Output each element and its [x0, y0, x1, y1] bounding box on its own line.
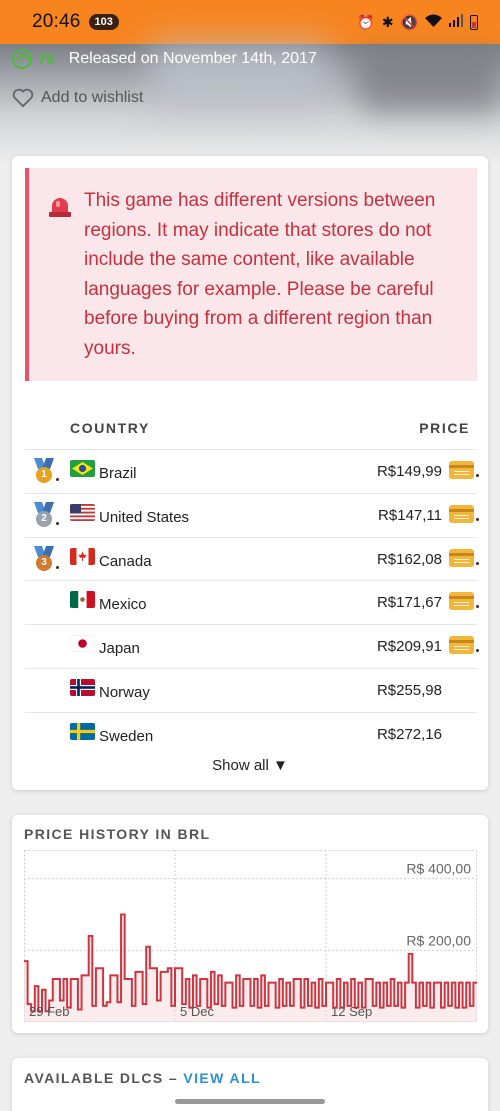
price-table-header: COUNTRY PRICE: [70, 420, 470, 436]
rank-medal-icon: 3: [33, 545, 59, 572]
flag-sweden-icon: [70, 722, 95, 740]
price-row-canada[interactable]: 3 Canada R$162,08: [25, 536, 479, 581]
country-name: United States: [99, 508, 190, 526]
price-table: 1 Brazil R$149,99 2 United States R$147,11 3 Ca…: [25, 449, 479, 756]
region-warning-alert: This game has different versions between…: [25, 168, 477, 381]
flag-japan-icon: [70, 635, 95, 653]
medal-rank: 1: [36, 467, 52, 483]
flag-mexico-icon: [70, 591, 95, 609]
siren-icon: [48, 196, 72, 220]
x-tick-label: 29 Feb: [29, 1004, 69, 1019]
country-name: Sweden: [99, 727, 154, 745]
release-date: Released on November 14th, 2017: [68, 50, 317, 67]
column-price: PRICE: [419, 420, 470, 436]
flag-canada-icon: [70, 547, 95, 565]
price-value: R$149,99: [376, 463, 442, 480]
score-value: 76: [38, 50, 55, 68]
prices-card: This game has different versions between…: [12, 156, 488, 790]
y-tick-label: R$ 200,00: [406, 932, 471, 948]
view-all-dlcs-link[interactable]: VIEW ALL: [183, 1070, 261, 1086]
heart-icon: [12, 88, 34, 108]
price-history-card: PRICE HISTORY IN BRL R$ 400,00 R$ 200,00 2…: [12, 815, 488, 1033]
x-tick-label: 5 Dec: [180, 1004, 214, 1019]
x-tick-label: 12 Sep: [331, 1004, 372, 1019]
country-name: Japan: [99, 640, 140, 658]
rank-medal-icon: 1: [33, 458, 59, 484]
flag-united-states-icon: [70, 503, 95, 521]
flag-brazil-icon: [70, 460, 95, 477]
rank-medal-icon: 2: [33, 501, 59, 528]
medal-rank: 2: [36, 510, 52, 527]
wishlist-label: Add to wishlist: [41, 89, 144, 106]
notification-count-badge: 103: [88, 14, 119, 30]
credit-card-icon: [449, 636, 474, 655]
price-row-japan[interactable]: Japan R$209,91: [25, 624, 479, 668]
flag-norway-icon: [70, 678, 95, 696]
dlc-separator: –: [163, 1070, 184, 1086]
alert-text: This game has different versions between…: [84, 190, 436, 359]
price-row-brazil[interactable]: 1 Brazil R$149,99: [25, 449, 479, 493]
price-history-chart[interactable]: R$ 400,00 R$ 200,00 29 Feb 5 Dec 12 Sep: [24, 850, 477, 1022]
wifi-icon: [425, 14, 442, 30]
release-info: 76 Released on November 14th, 2017: [12, 49, 317, 69]
dlc-title: AVAILABLE DLCS: [24, 1070, 164, 1086]
price-value: R$171,67: [376, 594, 442, 612]
alarm-icon: ⏰: [357, 13, 375, 30]
price-value: R$255,98: [376, 681, 442, 699]
country-name: Canada: [99, 552, 152, 570]
bluetooth-icon: ✱: [381, 13, 394, 30]
price-row-norway[interactable]: Norway R$255,98: [25, 667, 477, 712]
credit-card-icon: [449, 592, 474, 611]
medal-rank: 3: [36, 554, 52, 571]
battery-icon: [470, 14, 478, 30]
show-all-button[interactable]: Show all ▼: [12, 757, 488, 774]
column-country: COUNTRY: [70, 420, 150, 436]
home-indicator[interactable]: [175, 1099, 325, 1104]
price-row-sweden[interactable]: Sweden R$272,16: [25, 711, 477, 756]
credit-card-icon: [449, 504, 474, 523]
price-value: R$147,11: [378, 506, 442, 524]
status-time: 20:46: [32, 11, 81, 32]
price-row-mexico[interactable]: Mexico R$171,67: [25, 580, 479, 624]
price-history-title: PRICE HISTORY IN BRL: [24, 826, 211, 842]
price-row-united-states[interactable]: 2 United States R$147,11: [25, 492, 479, 537]
signal-icon: [449, 14, 463, 30]
y-tick-label: R$ 400,00: [406, 861, 471, 877]
status-icons: ⏰ ✱ 🔇: [357, 14, 478, 31]
mute-icon: 🔇: [400, 13, 418, 30]
add-to-wishlist-button[interactable]: Add to wishlist: [12, 88, 143, 108]
country-name: Brazil: [99, 465, 137, 482]
credit-card-icon: [449, 461, 474, 479]
score-icon: [12, 49, 32, 69]
price-value: R$272,16: [376, 725, 442, 743]
status-bar: 20:46 103 ⏰ ✱ 🔇: [0, 0, 500, 44]
credit-card-icon: [449, 548, 474, 567]
country-name: Norway: [99, 683, 150, 701]
price-value: R$162,08: [376, 550, 442, 568]
dlc-header: AVAILABLE DLCS – VIEW ALL: [24, 1070, 261, 1086]
country-name: Mexico: [99, 596, 147, 614]
price-value: R$209,91: [376, 638, 442, 656]
